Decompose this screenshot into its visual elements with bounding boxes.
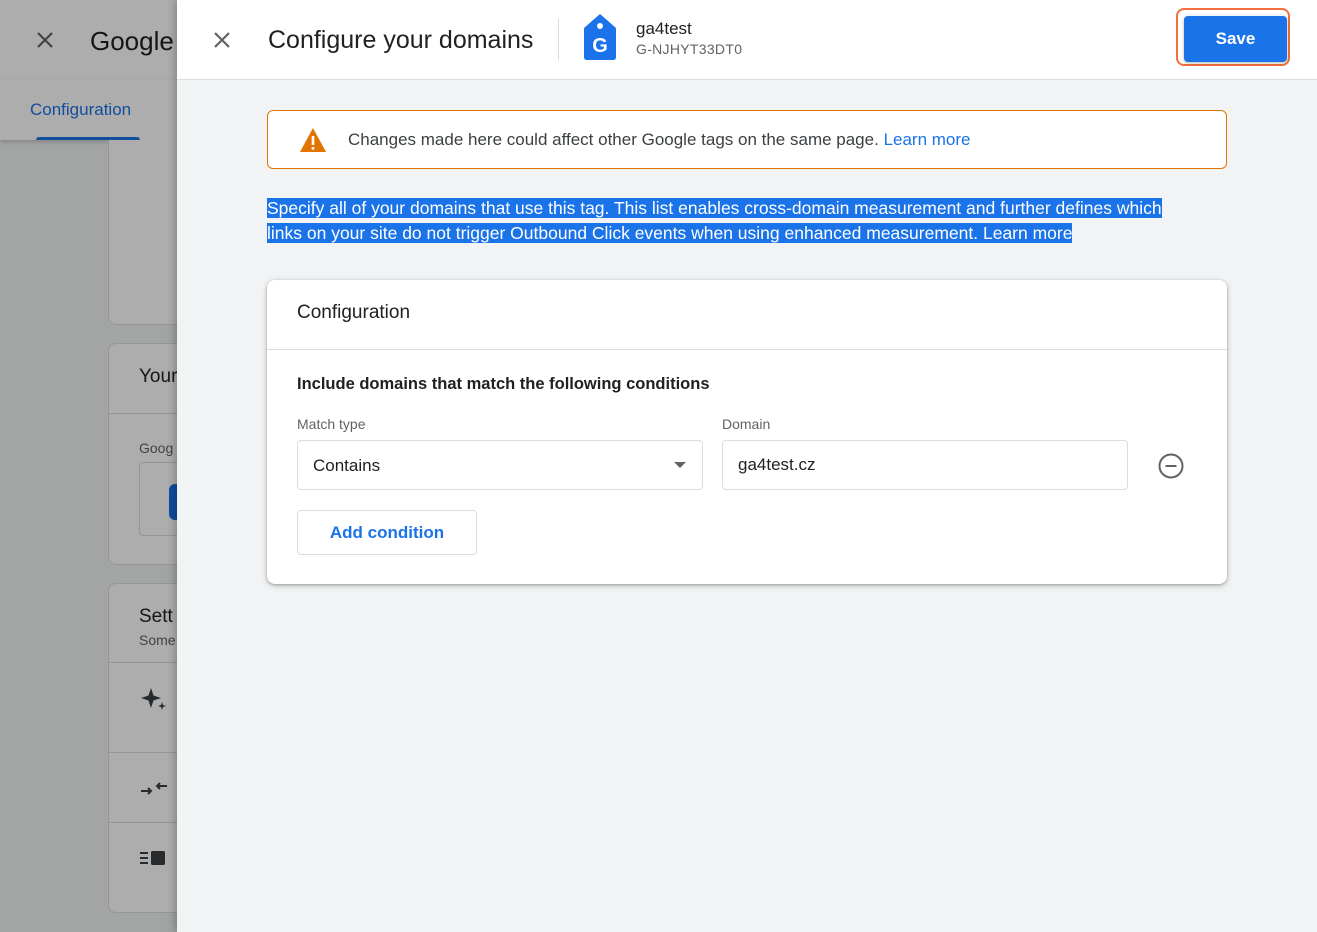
warning-message: Changes made here could affect other Goo… <box>348 130 879 149</box>
save-button[interactable]: Save <box>1184 16 1287 62</box>
warning-icon <box>300 128 326 152</box>
description-line-1: Specify all of your domains that use thi… <box>267 198 1162 218</box>
remove-condition-icon[interactable] <box>1158 453 1184 479</box>
description-learn-more-link[interactable]: Learn more <box>982 223 1073 243</box>
domain-label: Domain <box>722 416 771 432</box>
tag-name: ga4test <box>636 19 692 38</box>
google-tag-icon: G <box>584 14 616 60</box>
configure-domains-drawer: Configure your domains G ga4test G-NJHYT… <box>177 0 1317 932</box>
drawer-title: Configure your domains <box>268 26 534 54</box>
add-condition-button[interactable]: Add condition <box>297 510 477 555</box>
warning-learn-more-link[interactable]: Learn more <box>884 130 971 149</box>
tag-id: G-NJHYT33DT0 <box>636 41 743 57</box>
close-icon[interactable] <box>210 28 234 52</box>
svg-text:G: G <box>592 35 608 57</box>
match-type-select[interactable]: Contains <box>297 440 703 490</box>
warning-banner: Changes made here could affect other Goo… <box>267 110 1227 169</box>
card-title: Configuration <box>297 302 411 323</box>
header-divider <box>558 18 559 60</box>
drawer-header: Configure your domains G ga4test G-NJHYT… <box>177 0 1317 80</box>
domain-input[interactable] <box>722 440 1128 490</box>
conditions-heading: Include domains that match the following… <box>297 375 710 393</box>
card-divider <box>267 349 1227 350</box>
dropdown-arrow-icon <box>674 462 686 468</box>
configuration-card: Configuration Include domains that match… <box>267 280 1227 584</box>
description-text: Specify all of your domains that use thi… <box>267 196 1227 246</box>
warning-text: Changes made here could affect other Goo… <box>348 130 971 150</box>
match-type-label: Match type <box>297 416 366 432</box>
match-type-value: Contains <box>313 456 381 475</box>
description-line-2: links on your site do not trigger Outbou… <box>267 223 979 243</box>
